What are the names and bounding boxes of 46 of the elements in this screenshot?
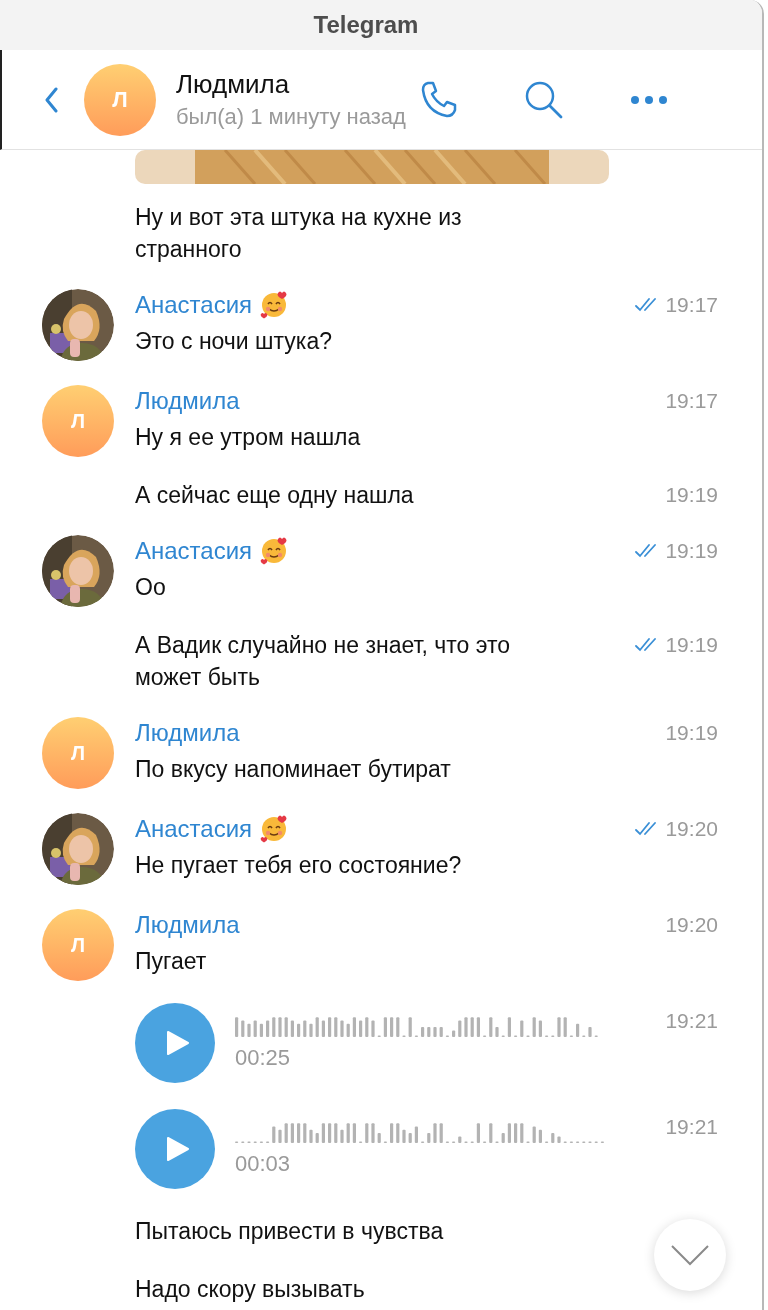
- sender-name[interactable]: Людмила: [135, 911, 240, 939]
- search-icon: [523, 79, 564, 120]
- avatar: Л: [42, 385, 114, 457]
- search-button[interactable]: [523, 79, 564, 120]
- message-time: 19:20: [665, 817, 718, 841]
- window-title: Telegram: [313, 11, 419, 39]
- last-seen-status: был(а) 1 минуту назад: [176, 104, 406, 130]
- message-text: Ну я ее утром нашла: [135, 423, 362, 452]
- more-button[interactable]: [629, 94, 668, 105]
- chevron-down-icon: [670, 1244, 710, 1266]
- phone-icon: [419, 79, 458, 120]
- message-text: Это с ночи штука?: [135, 327, 333, 356]
- message-time: 19:21: [665, 1115, 718, 1139]
- message-text: А сейчас еще одну нашла: [135, 481, 415, 510]
- message-time: 19:17: [665, 389, 718, 413]
- scroll-down-button[interactable]: [654, 1219, 726, 1291]
- call-button[interactable]: [419, 79, 458, 120]
- message-text: Пугает: [135, 947, 208, 976]
- voice-duration: 00:25: [235, 1045, 292, 1071]
- sender-name[interactable]: Анастасия: [135, 291, 253, 319]
- back-icon: [44, 86, 60, 113]
- message-time: 19:19: [665, 633, 718, 657]
- voice-duration: 00:03: [235, 1151, 292, 1177]
- message-text: Не пугает тебя его состояние?: [135, 851, 463, 880]
- more-icon: [629, 94, 668, 105]
- sender-name[interactable]: Анастасия: [135, 815, 253, 843]
- message-text: Пытаюсь привести в чувства: [135, 1217, 445, 1246]
- message-time: 19:19: [665, 539, 718, 563]
- message-time: 19:20: [665, 913, 718, 937]
- avatar: Л: [42, 909, 114, 981]
- sender-name[interactable]: Анастасия: [135, 537, 253, 565]
- message-text: По вкусу напоминает бутират: [135, 755, 452, 784]
- message-time: 19:21: [665, 1009, 718, 1033]
- play-icon: [165, 1030, 191, 1056]
- avatar: Л: [42, 717, 114, 789]
- sender-name[interactable]: Людмила: [135, 719, 240, 747]
- message-text: Ну и вот эта штука на кухне из странного: [135, 203, 463, 264]
- message-text: Оо: [135, 573, 167, 602]
- message-time: 19:19: [665, 483, 718, 507]
- sender-name[interactable]: Людмила: [135, 387, 240, 415]
- play-icon: [165, 1136, 191, 1162]
- contact-name: Людмила: [176, 69, 291, 100]
- message-time: 19:17: [665, 293, 718, 317]
- message-text: А Вадик случайно не знает, что это может быть: [135, 631, 511, 692]
- message-text: Надо скору вызывать: [135, 1275, 366, 1304]
- message-time: 19:19: [665, 721, 718, 745]
